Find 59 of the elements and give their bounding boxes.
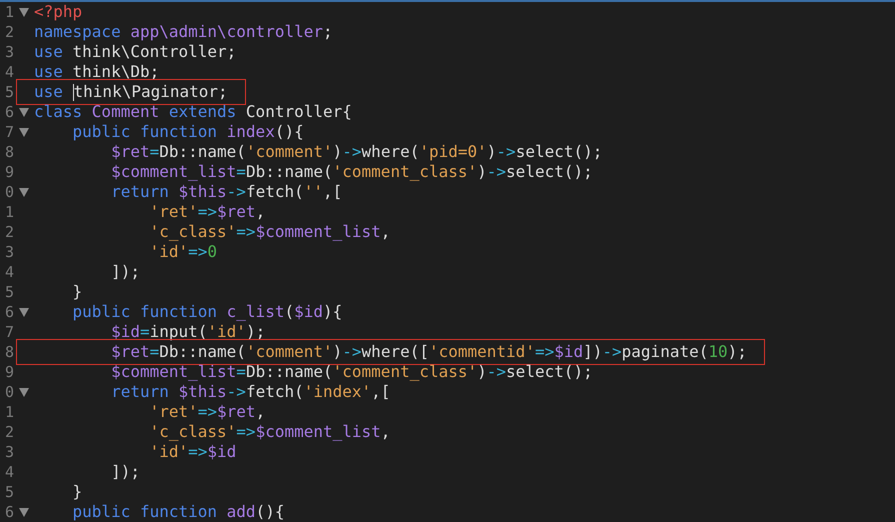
fold-arrow-icon[interactable] <box>19 108 29 116</box>
line-number: 3 <box>4 42 14 63</box>
code-line: } <box>72 282 82 302</box>
code-line: $comment_list=Db::name('comment_class')->select(); <box>110 162 593 182</box>
code-line: 'ret'=>$ret, <box>148 202 266 222</box>
code-line: class Comment extends Controller{ <box>34 102 352 122</box>
line-number: 7 <box>4 322 14 343</box>
code-line: return $this->fetch('',[ <box>110 182 342 202</box>
fold-arrow-icon[interactable] <box>19 388 29 396</box>
line-number: 6 <box>4 102 14 123</box>
line-number: 7 <box>4 122 14 143</box>
line-number: 2 <box>4 22 14 43</box>
code-line: public function index(){ <box>72 122 304 142</box>
line-number: 5 <box>4 482 14 503</box>
code-line: namespace app\admin\controller; <box>34 22 333 42</box>
code-line: public function add(){ <box>72 502 284 522</box>
fold-arrow-icon[interactable] <box>19 188 29 196</box>
line-number: 9 <box>4 362 14 383</box>
code-line: use think\Db; <box>34 62 160 82</box>
line-number: 0 <box>4 382 14 403</box>
line-number: 3 <box>4 242 14 263</box>
code-line: } <box>72 482 82 502</box>
code-line: $ret=Db::name('comment')->where('pid=0')->select(); <box>110 142 602 162</box>
line-number: 6 <box>4 502 14 522</box>
code-line: use think\Paginator; <box>34 82 228 102</box>
fold-arrow-icon[interactable] <box>19 508 29 516</box>
code-line: <?php <box>34 2 82 22</box>
line-number: 1 <box>4 202 14 223</box>
code-line: public function c_list($id){ <box>72 302 342 322</box>
line-number: 3 <box>4 442 14 463</box>
line-number: 4 <box>4 462 14 483</box>
line-number: 0 <box>4 182 14 203</box>
line-number: 2 <box>4 422 14 443</box>
code-line: $id=input('id'); <box>110 322 266 342</box>
code-line: 'c_class'=>$comment_list, <box>148 222 390 242</box>
fold-arrow-icon[interactable] <box>19 308 29 316</box>
code-line: return $this->fetch('index',[ <box>110 382 390 402</box>
code-line: ]); <box>110 262 140 282</box>
fold-arrow-icon[interactable] <box>19 8 29 16</box>
line-number: 1 <box>4 2 14 23</box>
code-line: 'id'=>0 <box>148 242 218 262</box>
code-line: 'id'=>$id <box>148 442 236 462</box>
code-line: use think\Controller; <box>34 42 236 62</box>
code-line: 'ret'=>$ret, <box>148 402 266 422</box>
fold-arrow-icon[interactable] <box>19 128 29 136</box>
code-line: $comment_list=Db::name('comment_class')->select(); <box>110 362 593 382</box>
code-line: $ret=Db::name('comment')->where(['commentid'=>$id])->paginate(10); <box>110 342 747 362</box>
code-line: ]); <box>110 462 140 482</box>
line-number: 8 <box>4 142 14 163</box>
line-number: 4 <box>4 262 14 283</box>
line-number: 9 <box>4 162 14 183</box>
line-number: 1 <box>4 402 14 423</box>
line-number: 8 <box>4 342 14 363</box>
line-number: 5 <box>4 82 14 103</box>
line-number: 6 <box>4 302 14 323</box>
line-number: 5 <box>4 282 14 303</box>
code-line: 'c_class'=>$comment_list, <box>148 422 390 442</box>
line-number: 4 <box>4 62 14 83</box>
line-number: 2 <box>4 222 14 243</box>
